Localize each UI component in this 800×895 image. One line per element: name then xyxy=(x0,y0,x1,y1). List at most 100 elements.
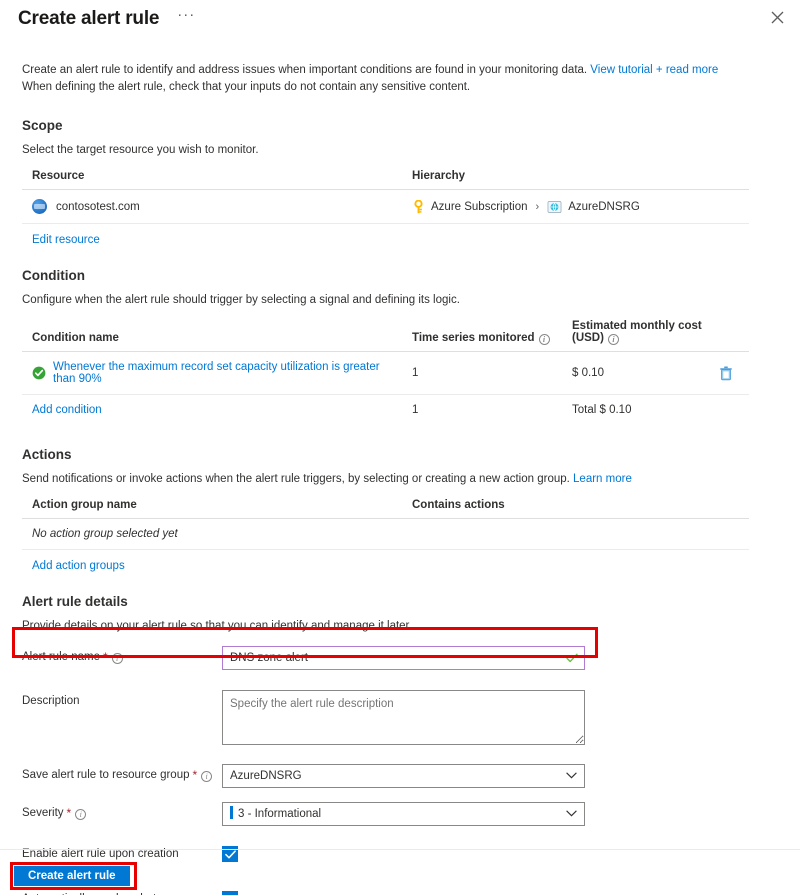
info-icon[interactable]: i xyxy=(607,334,619,345)
trash-icon[interactable] xyxy=(719,366,733,381)
alert-rule-name-label: Alert rule name * i xyxy=(22,646,222,664)
info-icon[interactable]: i xyxy=(538,334,550,345)
table-row: Whenever the maximum record set capacity… xyxy=(22,351,749,395)
details-form: Alert rule name*i Descriptio xyxy=(22,646,800,895)
actions-col-name: Action group name xyxy=(22,499,402,519)
dns-zone-icon xyxy=(32,199,47,214)
field-auto-resolve: Automatically resolve alertsi xyxy=(22,888,800,895)
actions-table-header: Action group name Contains actions xyxy=(22,499,749,519)
actions-empty-text: No action group selected yet xyxy=(22,518,402,550)
description-label-text: Description xyxy=(22,695,80,707)
resource-group-value: AzureDNSRG xyxy=(230,770,302,782)
intro-line-2: When defining the alert rule, check that… xyxy=(22,81,471,93)
enable-on-creation-control xyxy=(222,843,238,862)
condition-table: Condition name Time series monitored i Es… xyxy=(22,320,749,425)
condition-cost-value: $ 0.10 xyxy=(562,351,719,395)
actions-title: Actions xyxy=(22,447,72,462)
description-label: Description xyxy=(22,690,222,707)
scope-resource-group-name: AzureDNSRG xyxy=(568,200,640,213)
resource-group-label-text: Save alert rule to resource group xyxy=(22,769,190,781)
scope-hierarchy-cell: Azure Subscription › AzureDNSRG xyxy=(402,189,749,224)
alert-rule-name-control xyxy=(222,646,585,670)
intro-text: Create an alert rule to identify and add… xyxy=(22,62,722,96)
description-control xyxy=(222,690,585,750)
view-tutorial-link[interactable]: View tutorial + read more xyxy=(590,64,718,76)
hierarchy-separator: › xyxy=(535,200,540,213)
info-icon[interactable]: i xyxy=(111,652,123,664)
required-marker: * xyxy=(192,768,198,782)
table-row: contosotest.com Azure Subscription › Azu… xyxy=(22,189,749,224)
severity-color-swatch xyxy=(230,806,233,819)
resource-group-select[interactable]: AzureDNSRG xyxy=(222,764,585,788)
condition-col-time-series-label: Time series monitored xyxy=(412,332,535,344)
resource-group-icon xyxy=(547,200,562,213)
green-check-icon xyxy=(32,366,46,380)
condition-col-actions xyxy=(719,320,749,352)
alert-rule-name-label-text: Alert rule name xyxy=(22,651,100,663)
condition-col-name: Condition name xyxy=(22,320,402,352)
learn-more-link[interactable]: Learn more xyxy=(573,473,632,485)
scope-col-hierarchy: Hierarchy xyxy=(402,170,749,190)
condition-time-series-total: 1 xyxy=(412,404,419,416)
description-textarea[interactable] xyxy=(222,690,585,745)
key-icon xyxy=(414,199,423,213)
field-resource-group: Save alert rule to resource group * i Azur… xyxy=(22,764,800,795)
add-action-groups-link[interactable]: Add action groups xyxy=(32,560,125,572)
auto-resolve-control xyxy=(222,888,238,895)
condition-footer-row: Add condition 1 Total $ 0.10 xyxy=(22,395,749,426)
condition-title: Condition xyxy=(22,268,85,283)
actions-description: Send notifications or invoke actions whe… xyxy=(22,473,800,485)
severity-value: 3 - Informational xyxy=(238,808,322,820)
page-title: Create alert rule xyxy=(18,7,160,29)
field-enable-on-creation: Enable alert rule upon creation xyxy=(22,843,800,874)
condition-col-cost: Estimated monthly cost (USD) i xyxy=(562,320,719,352)
field-alert-rule-name: Alert rule name * i xyxy=(22,646,800,677)
actions-description-text: Send notifications or invoke actions whe… xyxy=(22,473,574,485)
edit-resource-row: Edit resource xyxy=(22,234,800,246)
actions-table: Action group name Contains actions No ac… xyxy=(22,499,749,550)
condition-description: Configure when the alert rule should tri… xyxy=(22,294,460,306)
checkmark-icon xyxy=(224,849,236,858)
scope-description: Select the target resource you wish to m… xyxy=(22,144,259,156)
add-condition-cell: Add condition xyxy=(22,395,402,426)
alert-rule-name-input[interactable] xyxy=(222,646,585,670)
scope-resource-cell: contosotest.com xyxy=(22,189,402,224)
scope-resource-name: contosotest.com xyxy=(56,200,140,213)
required-marker: * xyxy=(102,650,108,664)
add-condition-link[interactable]: Add condition xyxy=(32,404,102,416)
resource-group-control: AzureDNSRG xyxy=(222,764,585,788)
auto-resolve-alerts-checkbox[interactable] xyxy=(222,891,238,895)
scope-section: Scope Select the target resource you wis… xyxy=(22,118,800,246)
add-action-groups-row: Add action groups xyxy=(22,560,800,572)
condition-name-cell: Whenever the maximum record set capacity… xyxy=(22,351,402,395)
actions-section: Actions Send notifications or invoke act… xyxy=(22,447,800,572)
condition-cost-total: Total $ 0.10 xyxy=(572,404,632,416)
create-alert-rule-button[interactable]: Create alert rule xyxy=(14,866,130,886)
info-icon[interactable]: i xyxy=(75,808,87,820)
close-icon[interactable] xyxy=(764,4,790,30)
info-icon[interactable]: i xyxy=(201,770,213,782)
condition-col-time-series: Time series monitored i xyxy=(402,320,562,352)
enable-on-creation-label: Enable alert rule upon creation xyxy=(22,843,222,860)
scope-subscription-name: Azure Subscription xyxy=(431,200,528,213)
field-severity: Severity * i 3 - Informational xyxy=(22,802,800,833)
condition-delete-cell[interactable] xyxy=(719,351,749,395)
auto-resolve-label: Automatically resolve alertsi xyxy=(22,888,222,895)
more-options-icon[interactable]: ··· xyxy=(173,4,199,25)
scope-table: Resource Hierarchy contosotest.com Azure… xyxy=(22,170,749,224)
actions-col-contains: Contains actions xyxy=(402,499,749,519)
resource-group-label: Save alert rule to resource group * i xyxy=(22,764,222,782)
field-description: Description xyxy=(22,690,800,750)
table-row: No action group selected yet xyxy=(22,518,749,550)
condition-name-link[interactable]: Whenever the maximum record set capacity… xyxy=(53,361,402,385)
edit-resource-link[interactable]: Edit resource xyxy=(32,234,100,246)
condition-footer-actions xyxy=(719,395,749,426)
scope-col-resource: Resource xyxy=(22,170,402,190)
details-title: Alert rule details xyxy=(22,594,128,609)
scope-title: Scope xyxy=(22,118,63,133)
valid-check-icon xyxy=(566,653,578,663)
condition-time-series-value: 1 xyxy=(402,351,562,395)
condition-table-header: Condition name Time series monitored i Es… xyxy=(22,320,749,352)
severity-select[interactable]: 3 - Informational xyxy=(222,802,585,826)
actions-empty-contains xyxy=(402,518,749,550)
